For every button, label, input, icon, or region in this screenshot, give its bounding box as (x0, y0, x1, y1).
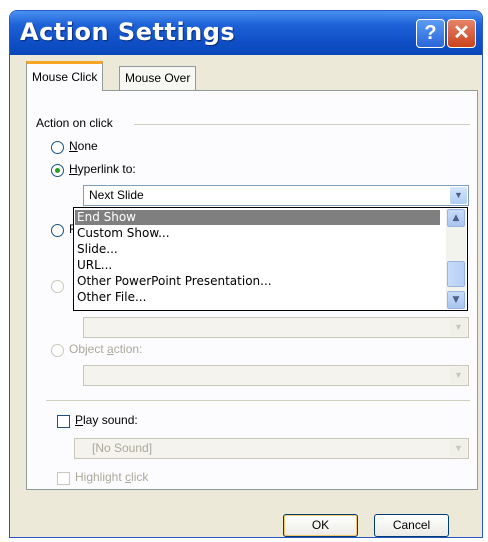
group-divider (134, 124, 470, 125)
highlight-click-label: Highlight click (75, 470, 149, 484)
action-group-label: Action on click (36, 116, 113, 130)
scroll-thumb[interactable] (447, 261, 465, 287)
run-macro-combo[interactable]: ▼ (83, 317, 469, 338)
run-macro-radio[interactable] (51, 280, 64, 293)
close-icon: ✕ (453, 22, 470, 44)
tab-mouse-click[interactable]: Mouse Click (26, 61, 104, 91)
dropdown-item-custom-show[interactable]: Custom Show... (75, 226, 170, 241)
chevron-down-icon[interactable]: ▼ (450, 440, 467, 457)
hyperlink-label: Hyperlink to: (69, 162, 136, 176)
dropdown-item-url[interactable]: URL... (75, 258, 112, 273)
chevron-up-icon: ▲ (452, 213, 460, 223)
help-icon: ? (424, 22, 437, 44)
object-action-combo[interactable]: ▼ (83, 365, 469, 386)
hyperlink-dropdown-list[interactable]: End Show Custom Show... Slide... URL... … (73, 207, 468, 311)
dropdown-item-other-presentation[interactable]: Other PowerPoint Presentation... (75, 274, 272, 289)
dropdown-item-end-show[interactable]: End Show (75, 210, 440, 225)
play-sound-label: Play sound: (75, 413, 138, 427)
run-program-radio[interactable] (51, 224, 64, 237)
chevron-down-icon: ▼ (452, 295, 460, 305)
chevron-down-icon[interactable]: ▼ (450, 187, 467, 204)
dropdown-scrollbar[interactable]: ▲ ▼ (446, 209, 466, 309)
section-divider (46, 400, 470, 401)
close-button[interactable]: ✕ (447, 19, 476, 48)
hyperlink-combo-value: Next Slide (89, 188, 144, 202)
title-bar[interactable]: Action Settings ? ✕ (10, 11, 482, 55)
play-sound-checkbox[interactable] (57, 415, 70, 428)
highlight-click-checkbox[interactable] (57, 472, 70, 485)
hyperlink-combo[interactable]: Next Slide ▼ (83, 185, 469, 206)
none-label: None (69, 139, 98, 153)
chevron-down-icon[interactable]: ▼ (450, 367, 467, 384)
chevron-down-icon[interactable]: ▼ (450, 319, 467, 336)
sound-combo-value: [No Sound] (92, 441, 153, 455)
scroll-down-button[interactable]: ▼ (447, 291, 465, 309)
dropdown-item-other-file[interactable]: Other File... (75, 290, 146, 305)
tab-mouse-over[interactable]: Mouse Over (119, 66, 197, 91)
hyperlink-radio[interactable] (51, 164, 64, 177)
dropdown-item-slide[interactable]: Slide... (75, 242, 118, 257)
scroll-up-button[interactable]: ▲ (447, 209, 465, 227)
ok-button[interactable]: OK (283, 514, 358, 537)
object-action-radio[interactable] (51, 344, 64, 357)
dialog-title: Action Settings (20, 18, 236, 46)
cancel-button[interactable]: Cancel (374, 514, 449, 537)
sound-combo[interactable]: [No Sound] ▼ (74, 438, 469, 459)
help-button[interactable]: ? (416, 19, 445, 48)
none-radio[interactable] (51, 141, 64, 154)
object-action-label: Object action: (69, 342, 143, 356)
